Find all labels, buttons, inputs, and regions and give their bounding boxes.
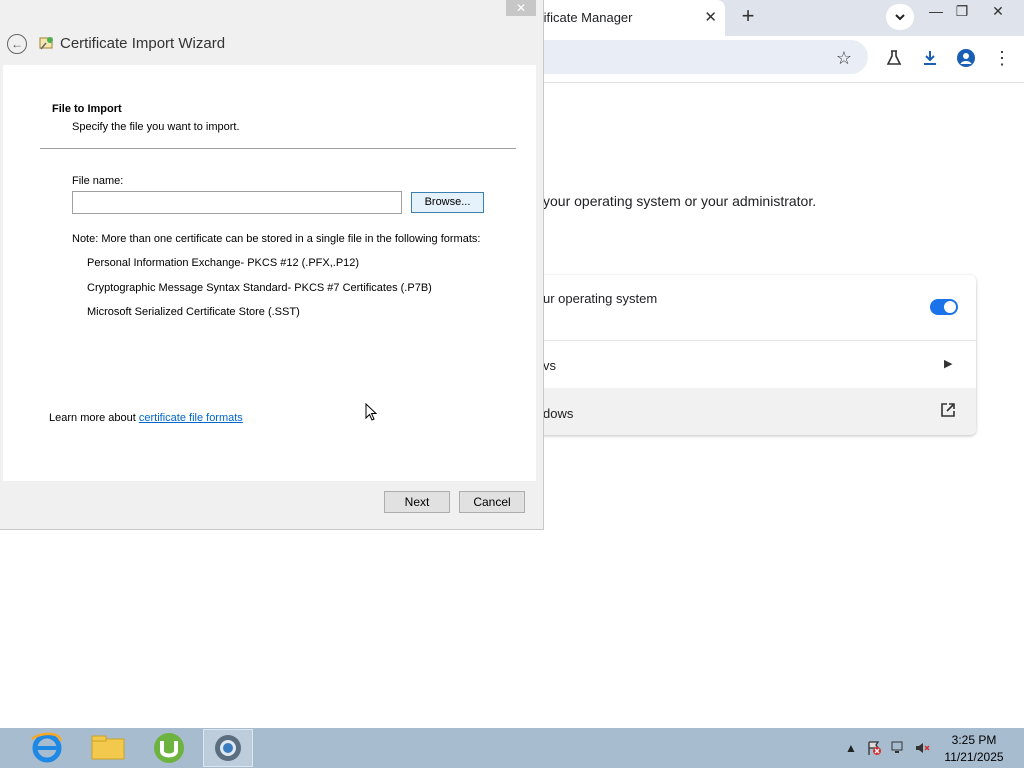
profile-avatar-icon[interactable] (954, 46, 978, 70)
clock-date[interactable]: 11/21/2025 (944, 750, 1004, 764)
action-center-flag-icon[interactable] (866, 740, 882, 756)
internet-explorer-icon[interactable] (22, 729, 72, 767)
section-title: File to Import (52, 103, 122, 115)
tab-title: tificate Manager (540, 10, 633, 25)
back-arrow-icon[interactable]: ← (7, 34, 27, 54)
taskbar: ▲ 3:25 PM 11/21/2025 (0, 728, 1024, 768)
mouse-cursor-icon (365, 402, 378, 421)
format-item: Microsoft Serialized Certificate Store (… (87, 306, 300, 318)
learn-more-prefix: Learn more about (49, 412, 139, 424)
download-icon[interactable] (918, 46, 942, 70)
bookmark-star-icon[interactable]: ☆ (832, 46, 856, 70)
network-icon[interactable] (890, 740, 906, 756)
next-button[interactable]: Next (384, 491, 450, 513)
wizard-header: ← Certificate Import Wizard (0, 24, 543, 64)
address-bar[interactable] (530, 40, 868, 74)
divider (40, 148, 516, 149)
file-name-input[interactable] (72, 191, 402, 214)
close-button[interactable]: ✕ (978, 0, 1018, 22)
certificate-icon (38, 34, 56, 52)
settings-row-manage-windows[interactable]: dows (530, 388, 976, 435)
formats-note: Note: More than one certificate can be s… (72, 233, 481, 245)
tab-close-icon[interactable]: ✕ (704, 8, 717, 26)
row-label: ur operating system (543, 291, 658, 306)
settings-row-os-certificates[interactable]: ur operating system (530, 275, 976, 341)
labs-flask-icon[interactable] (882, 46, 906, 70)
format-item: Personal Information Exchange- PKCS #12 … (87, 257, 360, 269)
settings-row-view[interactable]: vs ▶ (530, 340, 976, 389)
file-name-label: File name: (72, 175, 124, 187)
settings-card: ur operating system vs ▶ dows (530, 275, 976, 435)
tab-certificate-manager[interactable]: tificate Manager ✕ (530, 0, 725, 36)
certificate-file-formats-link[interactable]: certificate file formats (139, 412, 243, 424)
new-tab-icon[interactable]: + (736, 4, 760, 28)
cancel-button[interactable]: Cancel (459, 491, 525, 513)
tray-expand-icon[interactable]: ▲ (843, 740, 859, 756)
utorrent-icon[interactable] (144, 729, 194, 767)
restore-button[interactable]: ❐ (942, 0, 982, 22)
certificate-import-wizard: ✕ ← Certificate Import Wizard File to Im… (0, 0, 544, 530)
tab-search-chevron-icon[interactable] (886, 4, 914, 30)
chrome-icon[interactable] (203, 729, 253, 767)
volume-muted-icon[interactable] (914, 740, 930, 756)
menu-kebab-icon[interactable]: ⋮ (990, 46, 1014, 70)
wizard-title: Certificate Import Wizard (60, 35, 226, 52)
wizard-body: File to Import Specify the file you want… (3, 65, 536, 481)
row-label: vs (543, 358, 556, 373)
wizard-close-button[interactable]: ✕ (506, 0, 536, 16)
os-certificates-toggle[interactable] (930, 299, 958, 315)
browse-button[interactable]: Browse... (411, 192, 484, 213)
file-explorer-icon[interactable] (83, 729, 133, 767)
clock-time[interactable]: 3:25 PM (944, 733, 1004, 747)
row-label: dows (543, 406, 574, 421)
section-subtitle: Specify the file you want to import. (72, 121, 240, 133)
format-item: Cryptographic Message Syntax Standard- P… (87, 282, 432, 294)
settings-description: your operating system or your administra… (543, 193, 817, 209)
arrow-right-icon: ▶ (944, 358, 953, 370)
learn-more-text: Learn more about certificate file format… (49, 412, 243, 424)
external-link-icon (940, 402, 956, 422)
